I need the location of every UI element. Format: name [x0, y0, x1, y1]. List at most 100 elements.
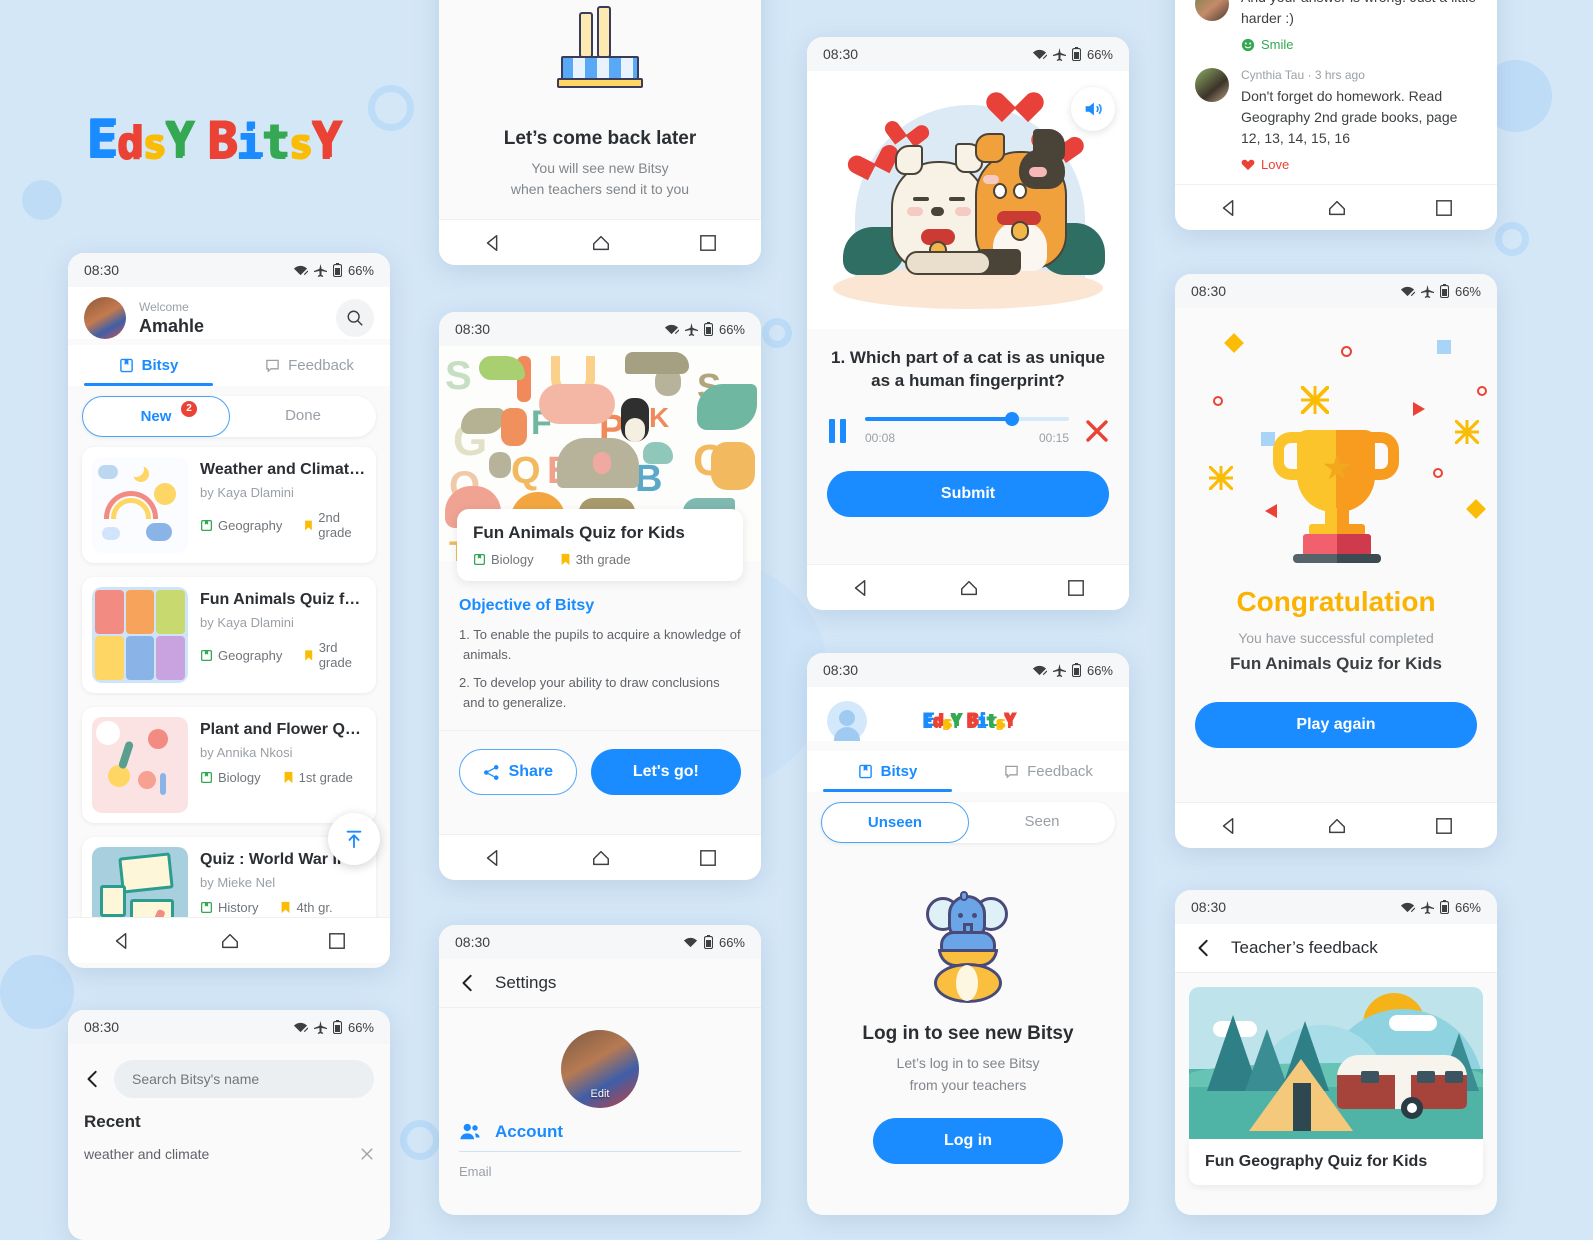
- share-button[interactable]: Share: [459, 749, 577, 795]
- battery-icon: [1071, 663, 1081, 677]
- back-chevron-icon[interactable]: [459, 974, 477, 992]
- wifi-icon: [1032, 665, 1047, 676]
- empty-line-1: You will see new Bitsy: [531, 159, 669, 176]
- tab-feedback[interactable]: Feedback: [968, 751, 1129, 792]
- card-grade: 3rd grade: [304, 640, 366, 670]
- wifi-icon: [293, 265, 308, 276]
- nav-back-icon[interactable]: [1219, 198, 1239, 218]
- nav-recents-icon[interactable]: [1435, 817, 1453, 835]
- android-nav-bar: [1175, 802, 1497, 848]
- avatar-edit-label[interactable]: Edit: [591, 1088, 610, 1108]
- profile-avatar[interactable]: Edit: [561, 1030, 639, 1108]
- android-nav-bar: [439, 219, 761, 265]
- history-thumb: [92, 847, 188, 917]
- comment-text: Don't forget do homework. Read Geography…: [1241, 88, 1458, 146]
- list-item[interactable]: And your answer is wrong. Just a little …: [1195, 0, 1477, 52]
- tab-feedback[interactable]: Feedback: [229, 345, 390, 386]
- card-subject: Geography: [200, 640, 282, 670]
- app-logo: E d s Y B i t s Y: [86, 109, 341, 169]
- user-avatar-icon[interactable]: [827, 701, 867, 741]
- list-item[interactable]: weather and climate: [84, 1146, 374, 1162]
- nav-recents-icon[interactable]: [699, 234, 717, 252]
- table-row[interactable]: Plant and Flower Quiz... by Annika Nkosi…: [82, 707, 376, 823]
- nav-back-icon[interactable]: [1219, 816, 1239, 836]
- bg-ring-4: [762, 318, 792, 348]
- battery-percent: 66%: [1454, 899, 1481, 915]
- home-tabs: Bitsy Feedback: [68, 345, 390, 386]
- battery-icon: [1439, 900, 1449, 914]
- nav-back-icon[interactable]: [483, 848, 503, 868]
- camping-illustration: [1189, 987, 1483, 1139]
- share-icon: [483, 764, 499, 780]
- nav-recents-icon[interactable]: [328, 932, 346, 950]
- nav-home-icon[interactable]: [591, 233, 611, 253]
- wifi-icon: [1400, 902, 1415, 913]
- back-chevron-icon[interactable]: [1195, 939, 1213, 957]
- recent-heading: Recent: [84, 1112, 141, 1131]
- status-time: 08:30: [823, 662, 859, 678]
- logo-letter: i: [235, 116, 262, 168]
- sound-button[interactable]: [1071, 87, 1115, 131]
- table-row[interactable]: Weather and Climate... by Kaya Dlamini G…: [82, 447, 376, 563]
- login-button[interactable]: Log in: [873, 1118, 1063, 1165]
- search-input[interactable]: [114, 1060, 374, 1098]
- comment-icon: [266, 359, 279, 373]
- segment-done[interactable]: Done: [230, 396, 376, 437]
- tab-bitsy-label: Bitsy: [880, 763, 918, 780]
- nav-recents-icon[interactable]: [699, 849, 717, 867]
- comment-text: And your answer is wrong. Just a little …: [1241, 0, 1476, 26]
- logo-letter: E: [86, 109, 117, 169]
- nav-recents-icon[interactable]: [1067, 579, 1085, 597]
- tab-bitsy[interactable]: Bitsy: [68, 345, 229, 386]
- status-bar: 08:30 66%: [807, 37, 1129, 71]
- weather-thumb: [92, 457, 188, 553]
- submit-button[interactable]: Submit: [827, 470, 1109, 517]
- list-item[interactable]: Cynthia Tau · 3 hrs ago Don't forget do …: [1195, 68, 1477, 172]
- reaction-label: Smile: [1261, 37, 1294, 52]
- nav-back-icon[interactable]: [851, 578, 871, 598]
- segment-new[interactable]: New 2: [82, 396, 230, 437]
- status-bar: 08:30 66%: [68, 253, 390, 287]
- search-button[interactable]: [336, 299, 374, 337]
- card-author: by Kaya Dlamini: [200, 615, 294, 630]
- audio-progress-fill: [865, 416, 1012, 421]
- close-icon[interactable]: [360, 1147, 374, 1161]
- search-icon: [347, 310, 363, 326]
- nav-recents-icon[interactable]: [1435, 199, 1453, 217]
- bg-circle-1: [22, 180, 62, 220]
- nav-home-icon[interactable]: [220, 931, 240, 951]
- nav-home-icon[interactable]: [1327, 198, 1347, 218]
- nav-home-icon[interactable]: [959, 578, 979, 598]
- back-chevron-icon[interactable]: [84, 1070, 102, 1088]
- tab-bitsy[interactable]: Bitsy: [807, 751, 968, 792]
- empty-box-illustration: [545, 0, 655, 106]
- card-author: by Mieke Nel: [200, 875, 276, 890]
- wifi-icon: [293, 1022, 308, 1033]
- wifi-icon: [1032, 49, 1047, 60]
- play-again-button[interactable]: Play again: [1195, 702, 1477, 748]
- audio-progress-slider[interactable]: [865, 411, 1069, 426]
- nav-back-icon[interactable]: [483, 233, 503, 253]
- avatar[interactable]: [84, 297, 126, 339]
- segment-seen[interactable]: Seen: [969, 802, 1115, 843]
- heart-icon: [1241, 159, 1255, 171]
- android-nav-bar: [68, 917, 390, 963]
- card-title: Plant and Flower Quiz...: [200, 721, 366, 738]
- nav-back-icon[interactable]: [112, 931, 132, 951]
- battery-icon: [1071, 47, 1081, 61]
- pause-icon[interactable]: [827, 418, 849, 444]
- nav-home-icon[interactable]: [1327, 816, 1347, 836]
- status-badge[interactable]: Smile: [1241, 37, 1477, 52]
- lets-go-button[interactable]: Let's go!: [590, 749, 741, 795]
- two-cats-illustration: [807, 71, 1129, 329]
- segment-unseen-label: Unseen: [867, 814, 923, 831]
- close-x-icon[interactable]: [1085, 419, 1109, 443]
- airplane-icon: [313, 263, 327, 277]
- card-title: Fun Animals Quiz for...: [200, 591, 366, 608]
- table-row[interactable]: Fun Animals Quiz for... by Kaya Dlamini …: [82, 577, 376, 693]
- segment-unseen[interactable]: Unseen: [821, 802, 969, 843]
- audio-progress-thumb[interactable]: [1004, 411, 1019, 426]
- scroll-to-top-button[interactable]: [328, 813, 380, 865]
- nav-home-icon[interactable]: [591, 848, 611, 868]
- status-badge[interactable]: Love: [1241, 157, 1477, 172]
